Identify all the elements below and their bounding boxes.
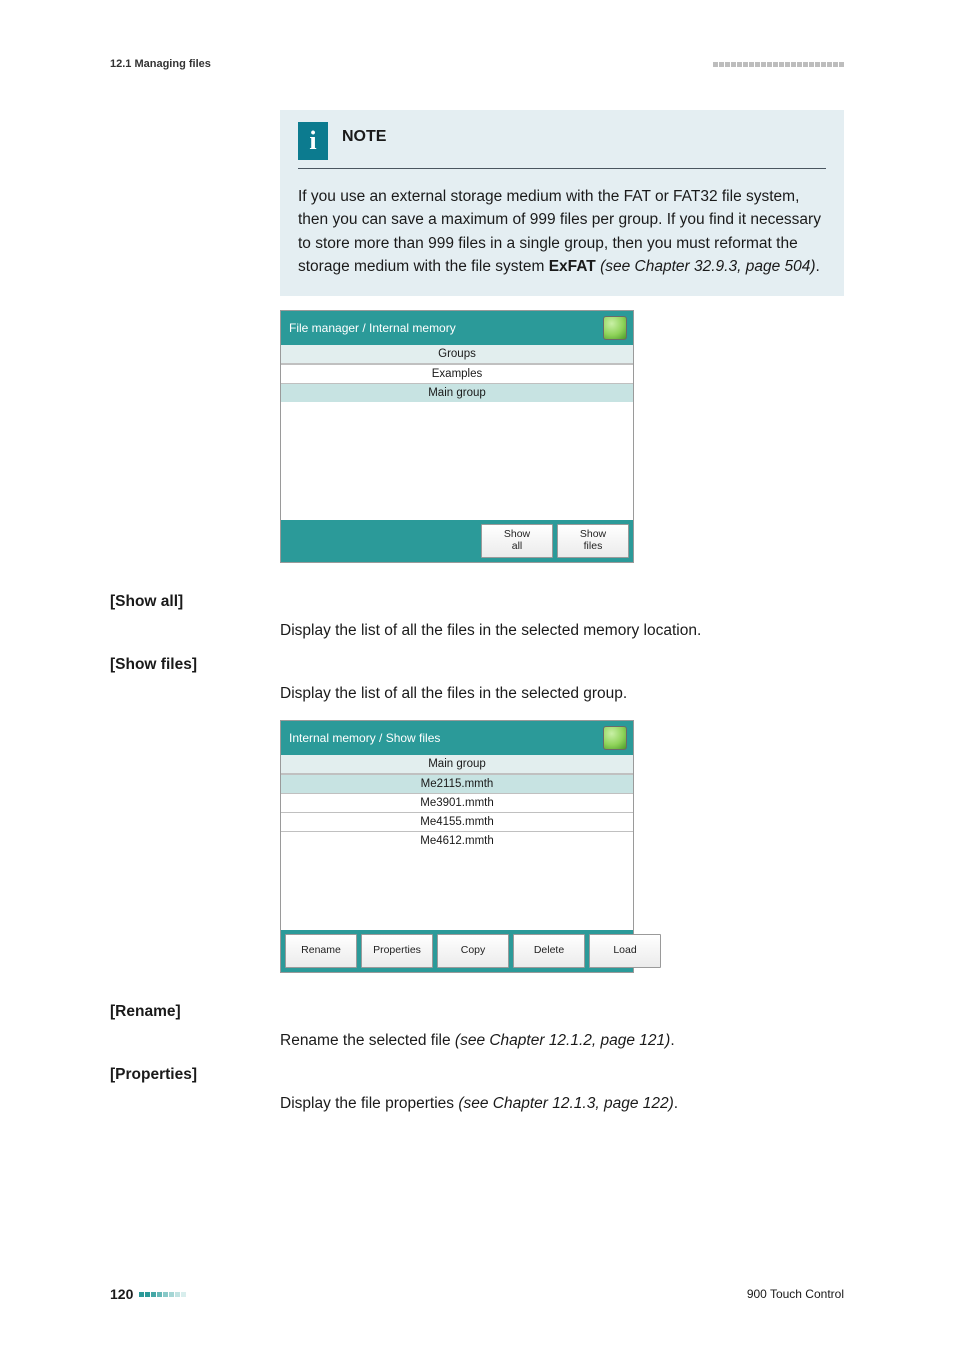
info-icon: i <box>298 122 328 160</box>
term-body: Display the list of all the files in the… <box>280 591 844 642</box>
note-text-end: . <box>816 258 820 275</box>
delete-button[interactable]: Delete <box>513 934 585 968</box>
decorative-squares <box>713 62 844 67</box>
definition-properties: [Properties] Display the file properties… <box>110 1064 844 1115</box>
empty-area <box>281 402 633 520</box>
note-text-bold: ExFAT <box>549 258 596 275</box>
page-content: i NOTE If you use an external storage me… <box>110 110 844 1115</box>
note-callout: i NOTE If you use an external storage me… <box>280 110 844 296</box>
load-button[interactable]: Load <box>589 934 661 968</box>
term-body: Rename the selected file (see Chapter 12… <box>280 1001 844 1052</box>
page-number-block: 120 <box>110 1286 186 1302</box>
note-body: If you use an external storage medium wi… <box>298 169 826 278</box>
dialog-titlebar: Internal memory / Show files <box>281 721 633 755</box>
page-header: 12.1 Managing files <box>110 58 844 70</box>
list-item[interactable]: Me4155.mmth <box>281 812 633 831</box>
term-label: [Show files] <box>110 654 280 705</box>
show-files-button[interactable]: Show files <box>557 524 629 558</box>
close-icon[interactable] <box>603 316 627 340</box>
page-footer: 120 900 Touch Control <box>110 1286 844 1302</box>
decorative-squares <box>139 1292 186 1297</box>
file-manager-dialog: File manager / Internal memory Groups Ex… <box>280 310 634 563</box>
dialog-footer: Rename Properties Copy Delete Load <box>281 930 633 972</box>
note-text-ital: (see Chapter 32.9.3, page 504) <box>596 258 816 275</box>
note-title: NOTE <box>342 122 386 146</box>
list-item[interactable]: Me2115.mmth <box>281 774 633 793</box>
close-icon[interactable] <box>603 726 627 750</box>
definition-show-all: [Show all] Display the list of all the f… <box>110 591 844 642</box>
list-item[interactable]: Examples <box>281 364 633 383</box>
term-body: Display the file properties (see Chapter… <box>280 1064 844 1115</box>
dialog-footer: Show all Show files <box>281 520 633 562</box>
product-name: 900 Touch Control <box>747 1287 844 1301</box>
show-files-dialog: Internal memory / Show files Main group … <box>280 720 634 973</box>
term-label: [Show all] <box>110 591 280 642</box>
definition-show-files: [Show files] Display the list of all the… <box>110 654 844 705</box>
definition-rename: [Rename] Rename the selected file (see C… <box>110 1001 844 1052</box>
dialog-title: File manager / Internal memory <box>289 321 456 335</box>
empty-area <box>281 850 633 930</box>
term-label: [Properties] <box>110 1064 280 1115</box>
show-all-button[interactable]: Show all <box>481 524 553 558</box>
rename-button[interactable]: Rename <box>285 934 357 968</box>
list-item[interactable]: Me4612.mmth <box>281 831 633 850</box>
properties-button[interactable]: Properties <box>361 934 433 968</box>
column-header: Groups <box>281 345 633 364</box>
note-header: i NOTE <box>298 122 826 169</box>
page-number: 120 <box>110 1286 133 1302</box>
copy-button[interactable]: Copy <box>437 934 509 968</box>
dialog-titlebar: File manager / Internal memory <box>281 311 633 345</box>
column-header: Main group <box>281 755 633 774</box>
list-item[interactable]: Me3901.mmth <box>281 793 633 812</box>
dialog-title: Internal memory / Show files <box>289 731 440 745</box>
term-body: Display the list of all the files in the… <box>280 654 844 705</box>
term-label: [Rename] <box>110 1001 280 1052</box>
section-heading: 12.1 Managing files <box>110 58 211 70</box>
list-item[interactable]: Main group <box>281 383 633 402</box>
